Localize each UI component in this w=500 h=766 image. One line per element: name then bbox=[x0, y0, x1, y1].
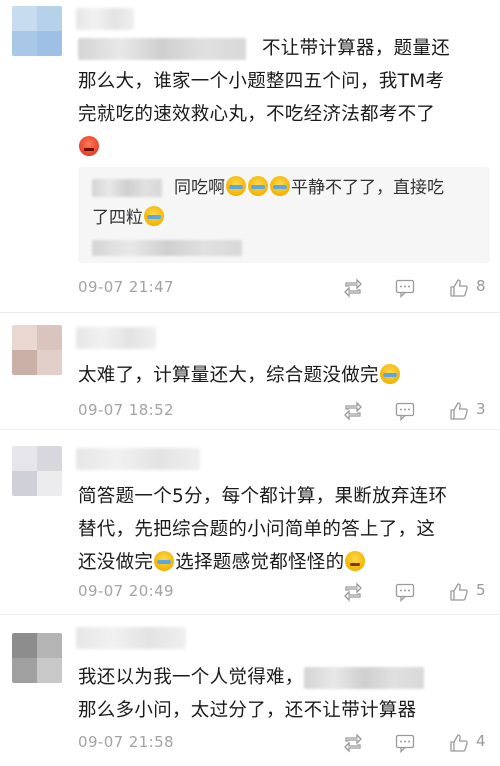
angry-face-icon bbox=[79, 136, 99, 156]
action-bar: 3 bbox=[336, 400, 496, 424]
comment-text: 简答题一个5分，每个都计算，果断放弃连环 替代，先把综合题的小问简单的答上了，这… bbox=[78, 480, 490, 579]
comment-3: 简答题一个5分，每个都计算，果断放弃连环 替代，先把综合题的小问简单的答上了，这… bbox=[0, 430, 500, 614]
comment-icon[interactable] bbox=[394, 732, 416, 754]
comment-text-line: 替代，先把综合题的小问简单的答上了，这 bbox=[78, 519, 436, 540]
like-count: 5 bbox=[476, 581, 486, 599]
username-redacted[interactable] bbox=[76, 327, 156, 349]
repost-icon[interactable] bbox=[342, 581, 364, 603]
reply-text: 同吃啊 平静不了了，直接吃 了四粒 bbox=[92, 173, 482, 263]
avatar[interactable] bbox=[12, 633, 62, 683]
crying-laughing-icon bbox=[248, 176, 268, 196]
crying-laughing-icon bbox=[226, 176, 246, 196]
like-count: 8 bbox=[476, 277, 486, 295]
like-count: 4 bbox=[476, 732, 486, 750]
comment-2: 太难了，计算量还大，综合题没做完 09-07 18:52 3 bbox=[0, 313, 500, 429]
comment-text: 太难了，计算量还大，综合题没做完 bbox=[78, 359, 490, 392]
repost-icon[interactable] bbox=[342, 277, 364, 299]
comment-text-line: 选择题感觉都怪怪的 bbox=[175, 552, 345, 573]
comment-text-line: 完就吃的速效救心丸，不吃经济法都考不了 bbox=[78, 104, 436, 125]
crying-face-icon bbox=[154, 551, 175, 571]
timestamp: 09-07 21:47 bbox=[78, 278, 174, 296]
comment-1: 不让带计算器，题量还 那么大，谁家一个小题整四五个问，我TM考 完就吃的速效救心… bbox=[0, 0, 500, 312]
comment-text-line: 简答题一个5分，每个都计算，果断放弃连环 bbox=[78, 486, 448, 507]
like-count: 3 bbox=[476, 400, 486, 418]
action-bar: 8 bbox=[336, 277, 496, 301]
thumbs-up-icon[interactable] bbox=[448, 277, 470, 299]
reply-text-segment: 同吃啊 bbox=[174, 178, 225, 198]
avatar[interactable] bbox=[12, 325, 62, 375]
avatar[interactable] bbox=[12, 446, 62, 496]
comment-text-line: 我还以为我一个人觉得难， bbox=[78, 667, 304, 688]
reply-box[interactable]: 同吃啊 平静不了了，直接吃 了四粒 bbox=[78, 167, 490, 263]
crying-face-icon bbox=[379, 364, 400, 384]
redacted-reply-row bbox=[92, 240, 242, 256]
comment-text-line: 那么大，谁家一个小题整四五个问，我TM考 bbox=[78, 71, 445, 92]
timestamp: 09-07 21:58 bbox=[78, 733, 174, 751]
username-redacted[interactable] bbox=[76, 8, 134, 30]
action-bar: 5 bbox=[336, 581, 496, 605]
username-redacted[interactable] bbox=[76, 448, 200, 470]
comment-text-line: 那么多小问，太过分了，还不让带计算器 bbox=[78, 700, 417, 721]
reply-username-redacted bbox=[92, 179, 162, 197]
reply-text-segment: 了四粒 bbox=[92, 208, 143, 228]
reply-text-segment: 平静不了了，直接吃 bbox=[291, 178, 444, 198]
comment-4: 我还以为我一个人觉得难， 那么多小问，太过分了，还不让带计算器 09-07 21… bbox=[0, 615, 500, 766]
repost-icon[interactable] bbox=[342, 732, 364, 754]
avatar[interactable] bbox=[12, 6, 62, 56]
redacted-mention bbox=[303, 667, 424, 689]
comment-text-line: 还没做完 bbox=[78, 552, 154, 573]
comment-text-line: 太难了，计算量还大，综合题没做完 bbox=[78, 365, 379, 386]
action-bar: 4 bbox=[336, 732, 496, 756]
thumbs-up-icon[interactable] bbox=[448, 581, 470, 603]
comment-text-line: 不让带计算器，题量还 bbox=[262, 38, 451, 59]
comment-icon[interactable] bbox=[394, 581, 416, 603]
timestamp: 09-07 18:52 bbox=[78, 401, 174, 419]
sweat-smile-icon bbox=[345, 551, 366, 571]
comment-icon[interactable] bbox=[394, 400, 416, 422]
crying-laughing-icon bbox=[144, 206, 164, 226]
timestamp: 09-07 20:49 bbox=[78, 582, 174, 600]
thumbs-up-icon[interactable] bbox=[448, 732, 470, 754]
comment-icon[interactable] bbox=[394, 277, 416, 299]
comment-text: 我还以为我一个人觉得难， 那么多小问，太过分了，还不让带计算器 bbox=[78, 661, 490, 727]
redacted-mention bbox=[78, 38, 246, 60]
repost-icon[interactable] bbox=[342, 400, 364, 422]
comment-text: 不让带计算器，题量还 那么大，谁家一个小题整四五个问，我TM考 完就吃的速效救心… bbox=[78, 32, 490, 164]
username-redacted[interactable] bbox=[76, 627, 186, 649]
thumbs-up-icon[interactable] bbox=[448, 400, 470, 422]
crying-laughing-icon bbox=[270, 176, 290, 196]
